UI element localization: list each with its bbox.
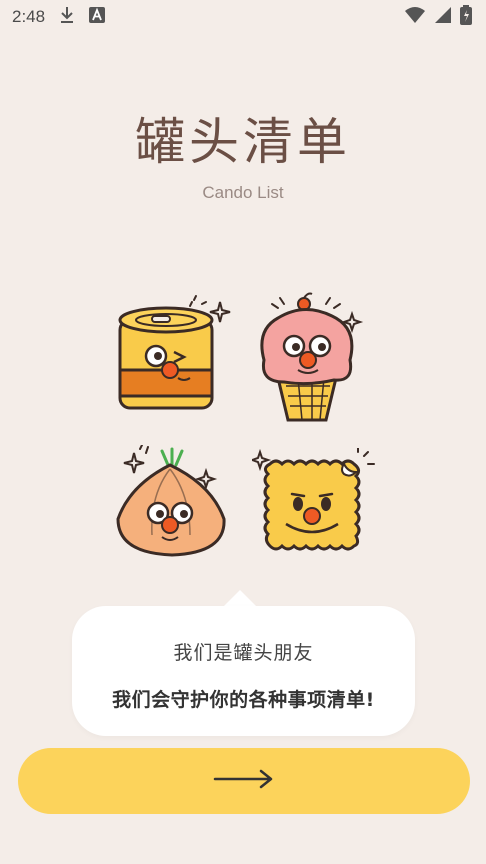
status-right [404,5,472,29]
arrow-right-icon [213,769,275,793]
status-left: 2:48 [12,6,106,28]
text-a-icon [89,7,106,27]
biscuit-mascot [248,447,377,562]
app-title: 罐头清单 [135,113,351,171]
bubble-intro-text: 我们是罐头朋友 [173,642,314,664]
ice-cream-mascot [250,290,370,429]
download-icon [59,6,75,28]
onion-mascot [110,444,235,564]
speech-bubble: 我们是罐头朋友 我们会守护你的各种事项清单! [72,606,415,736]
can-mascot [112,292,237,421]
app-subtitle: Cando List [202,183,284,202]
status-time: 2:48 [12,7,46,26]
status-bar: 2:48 [0,0,486,34]
next-button[interactable] [18,748,470,814]
battery-icon [460,5,472,29]
signal-icon [434,6,452,28]
bubble-promise-text: 我们会守护你的各种事项清单! [112,689,375,711]
wifi-icon [404,6,426,28]
